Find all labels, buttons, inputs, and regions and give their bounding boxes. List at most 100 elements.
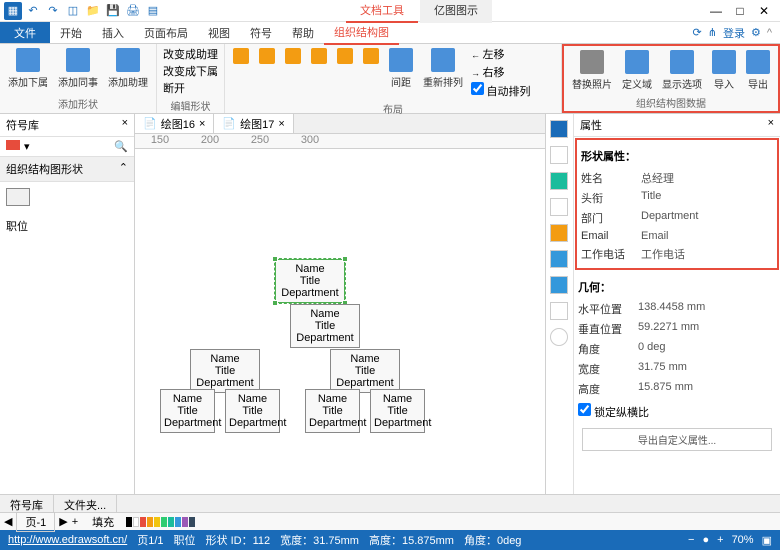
menu-org-chart[interactable]: 组织结构图 (324, 21, 399, 45)
change-to-assistant[interactable]: 改变成助理 (163, 46, 218, 62)
org-node[interactable]: NameTitleDepartment (305, 389, 360, 433)
prop-layer-icon[interactable] (550, 224, 568, 242)
prop-help-icon[interactable] (550, 328, 568, 346)
shape-properties-box: 形状属性： 姓名总经理 头衔Title 部门Department EmailEm… (575, 138, 779, 270)
shape-position[interactable] (0, 182, 134, 212)
canvas[interactable]: NameTitleDepartment NameTitleDepartment … (135, 149, 545, 489)
move-right[interactable]: → 右移 (471, 64, 531, 80)
rearrange-button[interactable]: 重新排列 (421, 46, 465, 91)
new-icon[interactable]: ◫ (64, 2, 82, 20)
maximize-icon[interactable]: □ (732, 4, 748, 18)
add-assistant-button[interactable]: 添加助理 (106, 46, 150, 91)
doc-icon: 📄 (222, 117, 236, 130)
workspace: 符号库× ▾ 🔍 组织结构图形状⌃ 职位 📄绘图16× 📄绘图17× 15020… (0, 114, 780, 494)
org-node[interactable]: NameTitleDepartment (290, 304, 360, 348)
color-palette[interactable] (126, 517, 195, 527)
display-options-button[interactable]: 显示选项 (660, 48, 704, 93)
tab-close-icon[interactable]: × (199, 118, 205, 130)
move-left[interactable]: ← 左移 (471, 46, 531, 62)
menu-view[interactable]: 视图 (198, 22, 240, 44)
menu-page-layout[interactable]: 页面布局 (134, 22, 198, 44)
sidebar-close-icon[interactable]: × (122, 117, 128, 133)
export-button[interactable]: 导出 (744, 48, 772, 93)
org-node[interactable]: NameTitleDepartment (160, 389, 215, 433)
prop-globe-icon[interactable] (550, 276, 568, 294)
shape-category[interactable]: 组织结构图形状⌃ (0, 157, 134, 182)
prop-comment-icon[interactable] (550, 302, 568, 320)
sidebar-search-icon[interactable]: 🔍 (114, 140, 128, 153)
zoom-in-icon[interactable]: + (717, 534, 723, 546)
org-node[interactable]: NameTitleDepartment (330, 349, 400, 393)
menu-symbol[interactable]: 符号 (240, 22, 282, 44)
prop-edit-icon[interactable] (550, 146, 568, 164)
minimize-icon[interactable]: — (708, 4, 724, 18)
close-icon[interactable]: ✕ (756, 4, 772, 18)
add-subordinate-button[interactable]: 添加下属 (6, 46, 50, 91)
layout-opt-5[interactable] (335, 46, 355, 66)
doc-tab-17[interactable]: 📄绘图17× (214, 114, 293, 133)
import-button[interactable]: 导入 (710, 48, 738, 93)
ribbon-group-label: 编辑形状 (163, 96, 218, 113)
app-menu-icon[interactable]: ▦ (4, 2, 22, 20)
prop-line-icon[interactable] (550, 198, 568, 216)
shape-label: 职位 (0, 212, 134, 240)
sidebar-dropdown-icon[interactable]: ▾ (24, 140, 30, 153)
print-icon[interactable]: 🖨 (124, 2, 142, 20)
title-tab-doc-tools[interactable]: 文档工具 (346, 0, 418, 23)
export-icon[interactable]: ▤ (144, 2, 162, 20)
login-link[interactable]: 登录 (723, 25, 745, 41)
doc-icon: 📄 (143, 117, 157, 130)
bottom-tab-symbols[interactable]: 符号库 (0, 495, 54, 512)
layout-opt-3[interactable] (283, 46, 303, 66)
props-close-icon[interactable]: × (768, 117, 774, 133)
page-tab[interactable]: 页-1 (16, 512, 55, 532)
tab-close-icon[interactable]: × (278, 118, 284, 130)
settings-icon[interactable]: ⚙ (751, 26, 761, 39)
change-to-subordinate[interactable]: 改变成下属 (163, 63, 218, 79)
undo-icon[interactable]: ↶ (24, 2, 42, 20)
open-icon[interactable]: 📁 (84, 2, 102, 20)
title-tab-edraw[interactable]: 亿图图示 (420, 0, 492, 23)
layout-opt-6[interactable] (361, 46, 381, 66)
fit-page-icon[interactable]: ▣ (762, 534, 772, 547)
doc-tab-16[interactable]: 📄绘图16× (135, 114, 214, 133)
layout-opt-2[interactable] (257, 46, 277, 66)
org-node[interactable]: NameTitleDepartment (190, 349, 260, 393)
share-icon[interactable]: ⋔ (708, 26, 717, 39)
redo-icon[interactable]: ↷ (44, 2, 62, 20)
prev-page-icon[interactable]: ◀ (4, 515, 12, 528)
add-colleague-button[interactable]: 添加同事 (56, 46, 100, 91)
spacing-button[interactable]: 间距 (387, 46, 415, 91)
bottom-tab-folder[interactable]: 文件夹... (54, 495, 117, 512)
prop-shape-icon[interactable] (550, 120, 568, 138)
define-fields-button[interactable]: 定义域 (620, 48, 654, 93)
ribbon-group-edit-shape: 改变成助理 改变成下属 断开 编辑形状 (157, 44, 225, 113)
prop-list-icon[interactable] (550, 250, 568, 268)
save-icon[interactable]: 💾 (104, 2, 122, 20)
replace-photo-button[interactable]: 替换照片 (570, 48, 614, 93)
add-page-icon[interactable]: + (72, 516, 78, 528)
layout-opt-4[interactable] (309, 46, 329, 66)
menu-insert[interactable]: 插入 (92, 22, 134, 44)
next-page-icon[interactable]: ▶ (59, 515, 67, 528)
file-menu[interactable]: 文件 (0, 22, 50, 43)
menu-home[interactable]: 开始 (50, 22, 92, 44)
document-tabs: 📄绘图16× 📄绘图17× (135, 114, 545, 134)
refresh-icon[interactable]: ⟳ (693, 26, 702, 39)
shape-color-icon[interactable] (6, 140, 20, 150)
export-custom-props-button[interactable]: 导出自定义属性... (582, 428, 772, 451)
status-shape-id: 形状 ID：112 (206, 532, 271, 548)
org-node[interactable]: NameTitleDepartment (370, 389, 425, 433)
lock-aspect-checkbox[interactable]: 锁定纵横比 (578, 399, 776, 424)
org-node-root[interactable]: NameTitleDepartment (275, 259, 345, 303)
prop-fill-icon[interactable] (550, 172, 568, 190)
layout-opt-1[interactable] (231, 46, 251, 66)
auto-arrange-checkbox[interactable]: 自动排列 (471, 82, 531, 99)
org-node[interactable]: NameTitleDepartment (225, 389, 280, 433)
status-url[interactable]: http://www.edrawsoft.cn/ (8, 534, 127, 546)
collapse-ribbon-icon[interactable]: ^ (767, 27, 772, 39)
zoom-out-icon[interactable]: − (688, 534, 694, 546)
zoom-slider[interactable]: ● (702, 534, 709, 546)
menu-help[interactable]: 帮助 (282, 22, 324, 44)
disconnect[interactable]: 断开 (163, 80, 218, 96)
